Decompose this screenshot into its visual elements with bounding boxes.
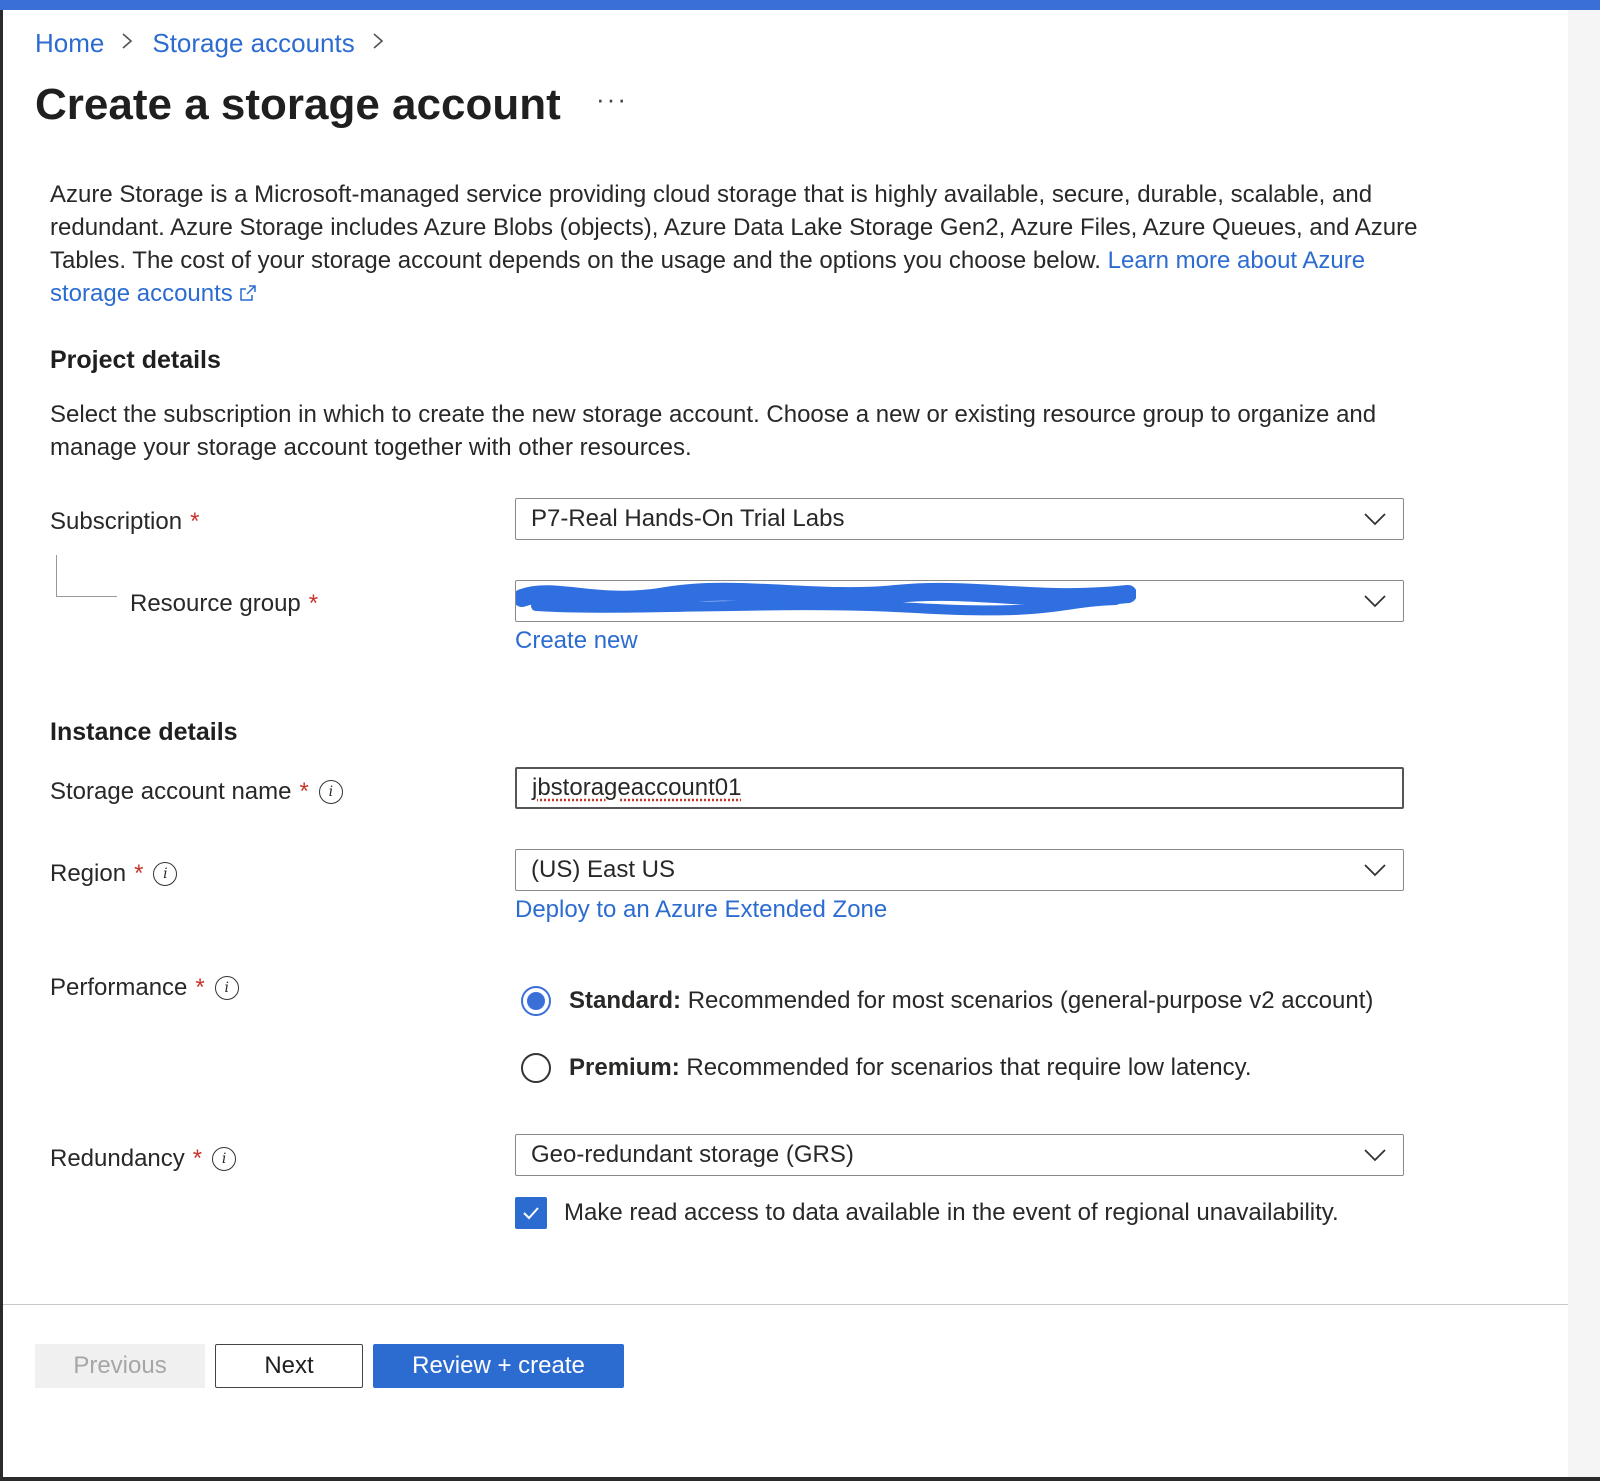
resource-group-label: Resource group * (130, 590, 318, 618)
redaction-scribble (516, 582, 1136, 616)
required-marker: * (192, 1145, 203, 1172)
footer-divider (3, 1304, 1568, 1305)
info-icon[interactable]: i (318, 780, 343, 804)
redundancy-dropdown[interactable]: Geo-redundant storage (GRS) (515, 1134, 1404, 1176)
chevron-right-icon (371, 30, 387, 58)
external-link-icon (239, 278, 257, 301)
storage-account-name-text: jbstorageaccount01 (532, 774, 742, 801)
info-icon[interactable]: i (212, 1147, 237, 1171)
resource-group-label-text: Resource group (130, 590, 301, 617)
standard-title: Standard: (569, 987, 682, 1014)
storage-account-name-value: jbstorageaccount01 (517, 774, 1402, 802)
info-icon[interactable]: i (214, 976, 239, 1000)
subscription-label: Subscription * (50, 508, 199, 536)
previous-button[interactable]: Previous (35, 1344, 205, 1388)
redundancy-label: Redundancy * i (50, 1145, 237, 1173)
breadcrumb-home[interactable]: Home (35, 28, 104, 59)
radio-premium[interactable] (521, 1053, 551, 1083)
subscription-dropdown[interactable]: P7-Real Hands-On Trial Labs (515, 498, 1404, 540)
required-marker: * (299, 778, 309, 805)
chevron-down-icon (1364, 513, 1386, 526)
project-details-heading: Project details (50, 346, 221, 374)
review-create-button[interactable]: Review + create (373, 1344, 624, 1388)
window-frame-left (0, 10, 3, 1481)
premium-title: Premium: (569, 1054, 680, 1081)
storage-account-name-input[interactable]: jbstorageaccount01 (515, 767, 1404, 809)
create-new-resource-group-link[interactable]: Create new (515, 627, 638, 655)
required-marker: * (195, 974, 205, 1001)
storage-account-name-label-text: Storage account name (50, 778, 292, 805)
radio-standard[interactable] (521, 986, 551, 1016)
breadcrumb-storage-accounts[interactable]: Storage accounts (152, 28, 354, 59)
page-title: Create a storage account (35, 80, 561, 129)
storage-account-name-label: Storage account name * i (50, 778, 343, 806)
window-frame-right (1568, 10, 1600, 1481)
tree-connector (56, 555, 117, 597)
redundancy-label-text: Redundancy (50, 1145, 185, 1172)
region-label: Region * i (50, 860, 178, 888)
performance-premium-option[interactable]: Premium: Recommended for scenarios that … (521, 1053, 1252, 1083)
breadcrumb: Home Storage accounts (35, 28, 387, 59)
next-button[interactable]: Next (215, 1344, 363, 1388)
instance-details-heading: Instance details (50, 718, 238, 746)
chevron-down-icon (1364, 1149, 1386, 1162)
read-access-checkbox[interactable] (515, 1197, 547, 1229)
extended-zone-link[interactable]: Deploy to an Azure Extended Zone (515, 896, 887, 924)
required-marker: * (134, 860, 144, 887)
intro-description: Azure Storage is a Microsoft-managed ser… (50, 178, 1420, 310)
chevron-down-icon (1364, 864, 1386, 877)
chevron-right-icon (120, 30, 136, 58)
region-label-text: Region (50, 860, 127, 887)
redundancy-value: Geo-redundant storage (GRS) (531, 1141, 854, 1168)
chevron-down-icon (1364, 595, 1386, 608)
standard-description: Recommended for most scenarios (general-… (687, 987, 1374, 1014)
subscription-label-text: Subscription (50, 508, 183, 535)
subscription-value: P7-Real Hands-On Trial Labs (531, 505, 845, 532)
region-value: (US) East US (531, 856, 676, 883)
performance-label-text: Performance (50, 974, 188, 1001)
top-accent-bar (0, 0, 1600, 10)
required-marker: * (308, 590, 319, 617)
more-options-icon[interactable]: ··· (596, 84, 628, 115)
premium-description: Recommended for scenarios that require l… (686, 1054, 1252, 1081)
performance-standard-option[interactable]: Standard: Recommended for most scenarios… (521, 986, 1373, 1016)
performance-label: Performance * i (50, 974, 239, 1002)
read-access-option[interactable]: Make read access to data available in th… (515, 1197, 1339, 1229)
read-access-label: Make read access to data available in th… (564, 1199, 1339, 1226)
project-details-description: Select the subscription in which to crea… (50, 401, 1377, 461)
info-icon[interactable]: i (153, 862, 178, 886)
region-dropdown[interactable]: (US) East US (515, 849, 1404, 891)
required-marker: * (190, 508, 200, 535)
checkmark-icon (523, 1207, 539, 1220)
window-frame-bottom (0, 1477, 1600, 1481)
